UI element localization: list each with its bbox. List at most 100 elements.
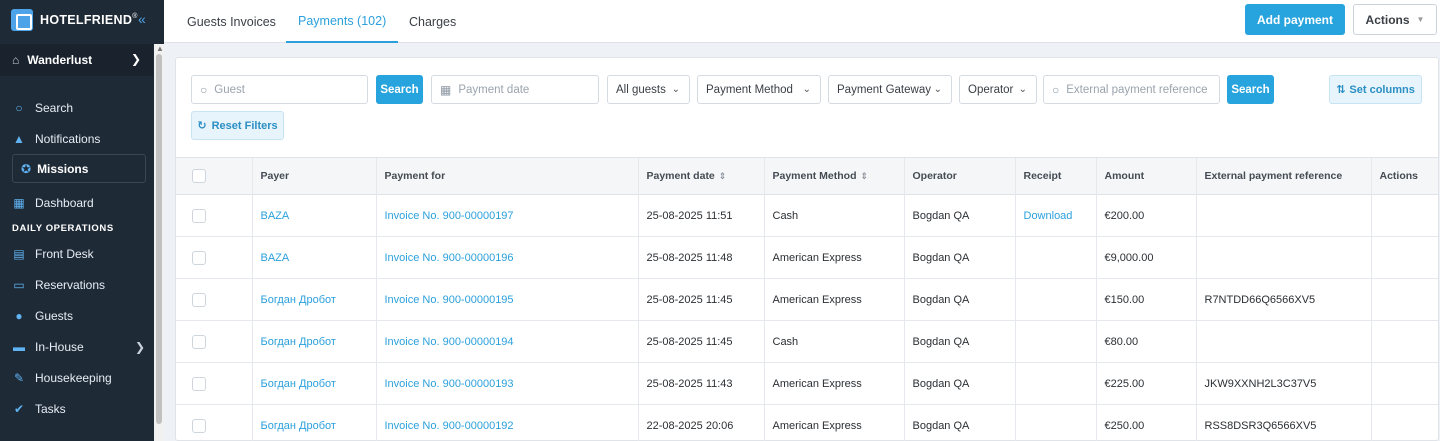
actions-cell — [1370, 362, 1438, 405]
table-row: Богдан Дробот Invoice No. 900-00000195 2… — [176, 278, 1438, 321]
column-header-external-reference: External payment reference — [1195, 157, 1371, 195]
payer-link[interactable]: BAZA — [251, 236, 376, 279]
chevron-down-icon: ⌄ — [1018, 84, 1027, 95]
refresh-icon: ↻ — [197, 120, 207, 132]
payer-link[interactable]: Богдан Дробот — [251, 320, 376, 363]
external-reference-input[interactable]: ○ External payment reference — [1043, 75, 1220, 104]
invoice-link[interactable]: Invoice No. 900-00000195 — [375, 278, 638, 321]
invoice-link[interactable]: Invoice No. 900-00000192 — [375, 404, 638, 441]
receipt-cell — [1014, 236, 1096, 279]
search-button[interactable]: Search — [376, 75, 423, 104]
column-header-payment-date[interactable]: Payment date ⇕ — [637, 157, 764, 195]
column-header-amount: Amount — [1095, 157, 1196, 195]
sidebar-item-front-desk[interactable]: ▤ Front Desk — [0, 238, 153, 269]
tab-payments[interactable]: Payments (102) — [286, 0, 399, 43]
operator-cell: Bogdan QA — [903, 194, 1015, 237]
sidebar-item-missions[interactable]: ✪ Missions — [12, 154, 146, 183]
row-checkbox[interactable] — [192, 418, 206, 433]
select-all-checkbox[interactable] — [192, 169, 206, 183]
table-header-row: Payer Payment for Payment date ⇕ Payment … — [176, 157, 1438, 195]
sidebar-item-dashboard[interactable]: ▦ Dashboard — [0, 187, 153, 218]
payment-date-cell: 25-08-2025 11:43 — [637, 362, 764, 405]
payment-gateway-select[interactable]: Payment Gateway ⌄ — [828, 75, 952, 104]
tab-guests-invoices[interactable]: Guests Invoices — [187, 0, 276, 43]
sidebar-item-search[interactable]: ○ Search — [0, 92, 153, 123]
broom-icon: ✎ — [13, 370, 25, 385]
bed-icon: ▬ — [13, 339, 25, 354]
payment-method-cell: American Express — [763, 278, 904, 321]
column-header-payment-method[interactable]: Payment Method ⇕ — [763, 157, 904, 195]
table-row: Богдан Дробот Invoice No. 900-00000194 2… — [176, 320, 1438, 363]
sidebar-item-housekeeping[interactable]: ✎ Housekeeping — [0, 362, 153, 393]
payment-date-input[interactable]: ▦ Payment date — [431, 75, 599, 104]
receipt-cell — [1014, 278, 1096, 321]
payer-link[interactable]: Богдан Дробот — [251, 404, 376, 441]
payer-link[interactable]: Богдан Дробот — [251, 362, 376, 405]
amount-cell: €9,000.00 — [1095, 236, 1196, 279]
invoice-link[interactable]: Invoice No. 900-00000197 — [375, 194, 638, 237]
sort-icon[interactable]: ⇕ — [861, 171, 869, 181]
search-external-button[interactable]: Search — [1227, 75, 1274, 104]
sidebar-item-tasks[interactable]: ✔ Tasks — [0, 393, 153, 424]
row-select-cell[interactable] — [176, 236, 252, 279]
payer-link[interactable]: BAZA — [251, 194, 376, 237]
table-row: BAZA Invoice No. 900-00000196 25-08-2025… — [176, 236, 1438, 279]
invoice-link[interactable]: Invoice No. 900-00000196 — [375, 236, 638, 279]
payment-method-select[interactable]: Payment Method ⌄ — [697, 75, 821, 104]
reset-filters-button[interactable]: ↻ Reset Filters — [191, 111, 284, 140]
filters-bar: ○ Guest Search ▦ Payment date All guests… — [176, 58, 1438, 158]
payment-date-cell: 25-08-2025 11:48 — [637, 236, 764, 279]
external-reference-cell — [1195, 194, 1371, 237]
collapse-sidebar-icon[interactable]: « — [138, 11, 146, 27]
sidebar-item-notifications[interactable]: ▲ Notifications — [0, 123, 153, 154]
add-payment-button[interactable]: Add payment — [1245, 4, 1345, 35]
external-reference-cell: JKW9XXNH2L3C37V5 — [1195, 362, 1371, 405]
scrollbar-thumb[interactable] — [156, 54, 162, 424]
payer-link[interactable]: Богдан Дробот — [251, 278, 376, 321]
sidebar-item-guests[interactable]: ● Guests — [0, 300, 153, 331]
chevron-right-icon: ❯ — [134, 339, 145, 354]
row-checkbox[interactable] — [192, 334, 206, 349]
sidebar-item-reservations[interactable]: ▭ Reservations — [0, 269, 153, 300]
receipt-download-link[interactable]: Download — [1014, 194, 1096, 237]
table-row: Богдан Дробот Invoice No. 900-00000193 2… — [176, 362, 1438, 405]
scroll-up-icon[interactable]: ▲ — [156, 44, 164, 53]
row-select-cell[interactable] — [176, 320, 252, 363]
guest-search-input[interactable]: ○ Guest — [191, 75, 368, 104]
tab-charges[interactable]: Charges — [409, 0, 456, 43]
sidebar-item-in-house[interactable]: ▬ In-House ❯ — [0, 331, 153, 362]
invoice-link[interactable]: Invoice No. 900-00000194 — [375, 320, 638, 363]
external-reference-cell: RSS8DSR3Q6566XV5 — [1195, 404, 1371, 441]
property-switcher[interactable]: ⌂ Wanderlust ❯ — [0, 44, 153, 76]
row-select-cell[interactable] — [176, 362, 252, 405]
bell-icon: ▲ — [13, 131, 25, 146]
payment-method-cell: Cash — [763, 194, 904, 237]
calendar-icon: ▦ — [440, 82, 452, 97]
row-checkbox[interactable] — [192, 208, 206, 223]
operator-value: Operator — [968, 83, 1014, 96]
brand-reg-mark: ® — [132, 12, 138, 20]
sort-icon[interactable]: ⇕ — [719, 171, 727, 181]
row-checkbox[interactable] — [192, 250, 206, 265]
all-guests-select[interactable]: All guests ⌄ — [607, 75, 690, 104]
operator-select[interactable]: Operator ⌄ — [959, 75, 1037, 104]
row-checkbox[interactable] — [192, 292, 206, 307]
guest-placeholder: Guest — [214, 83, 245, 96]
sidebar-scrollbar[interactable]: ▲ — [154, 44, 164, 441]
row-select-cell[interactable] — [176, 278, 252, 321]
select-all-cell[interactable] — [176, 157, 252, 195]
chevron-down-icon: ⌄ — [933, 84, 942, 95]
row-checkbox[interactable] — [192, 376, 206, 391]
set-columns-button[interactable]: ⇅ Set columns — [1329, 75, 1422, 104]
actions-button[interactable]: Actions ▼ — [1353, 4, 1437, 35]
table-row: Богдан Дробот Invoice No. 900-00000192 2… — [176, 404, 1438, 441]
column-header-payer: Payer — [251, 157, 376, 195]
row-select-cell[interactable] — [176, 194, 252, 237]
invoice-link[interactable]: Invoice No. 900-00000193 — [375, 362, 638, 405]
actions-cell — [1370, 320, 1438, 363]
payment-date-cell: 25-08-2025 11:45 — [637, 278, 764, 321]
columns-icon: ⇅ — [1336, 84, 1346, 96]
row-select-cell[interactable] — [176, 404, 252, 441]
set-columns-label: Set columns — [1349, 83, 1415, 96]
sidebar-nav: ○ Search ▲ Notifications ✪ Missions ▦ Da… — [0, 92, 153, 424]
